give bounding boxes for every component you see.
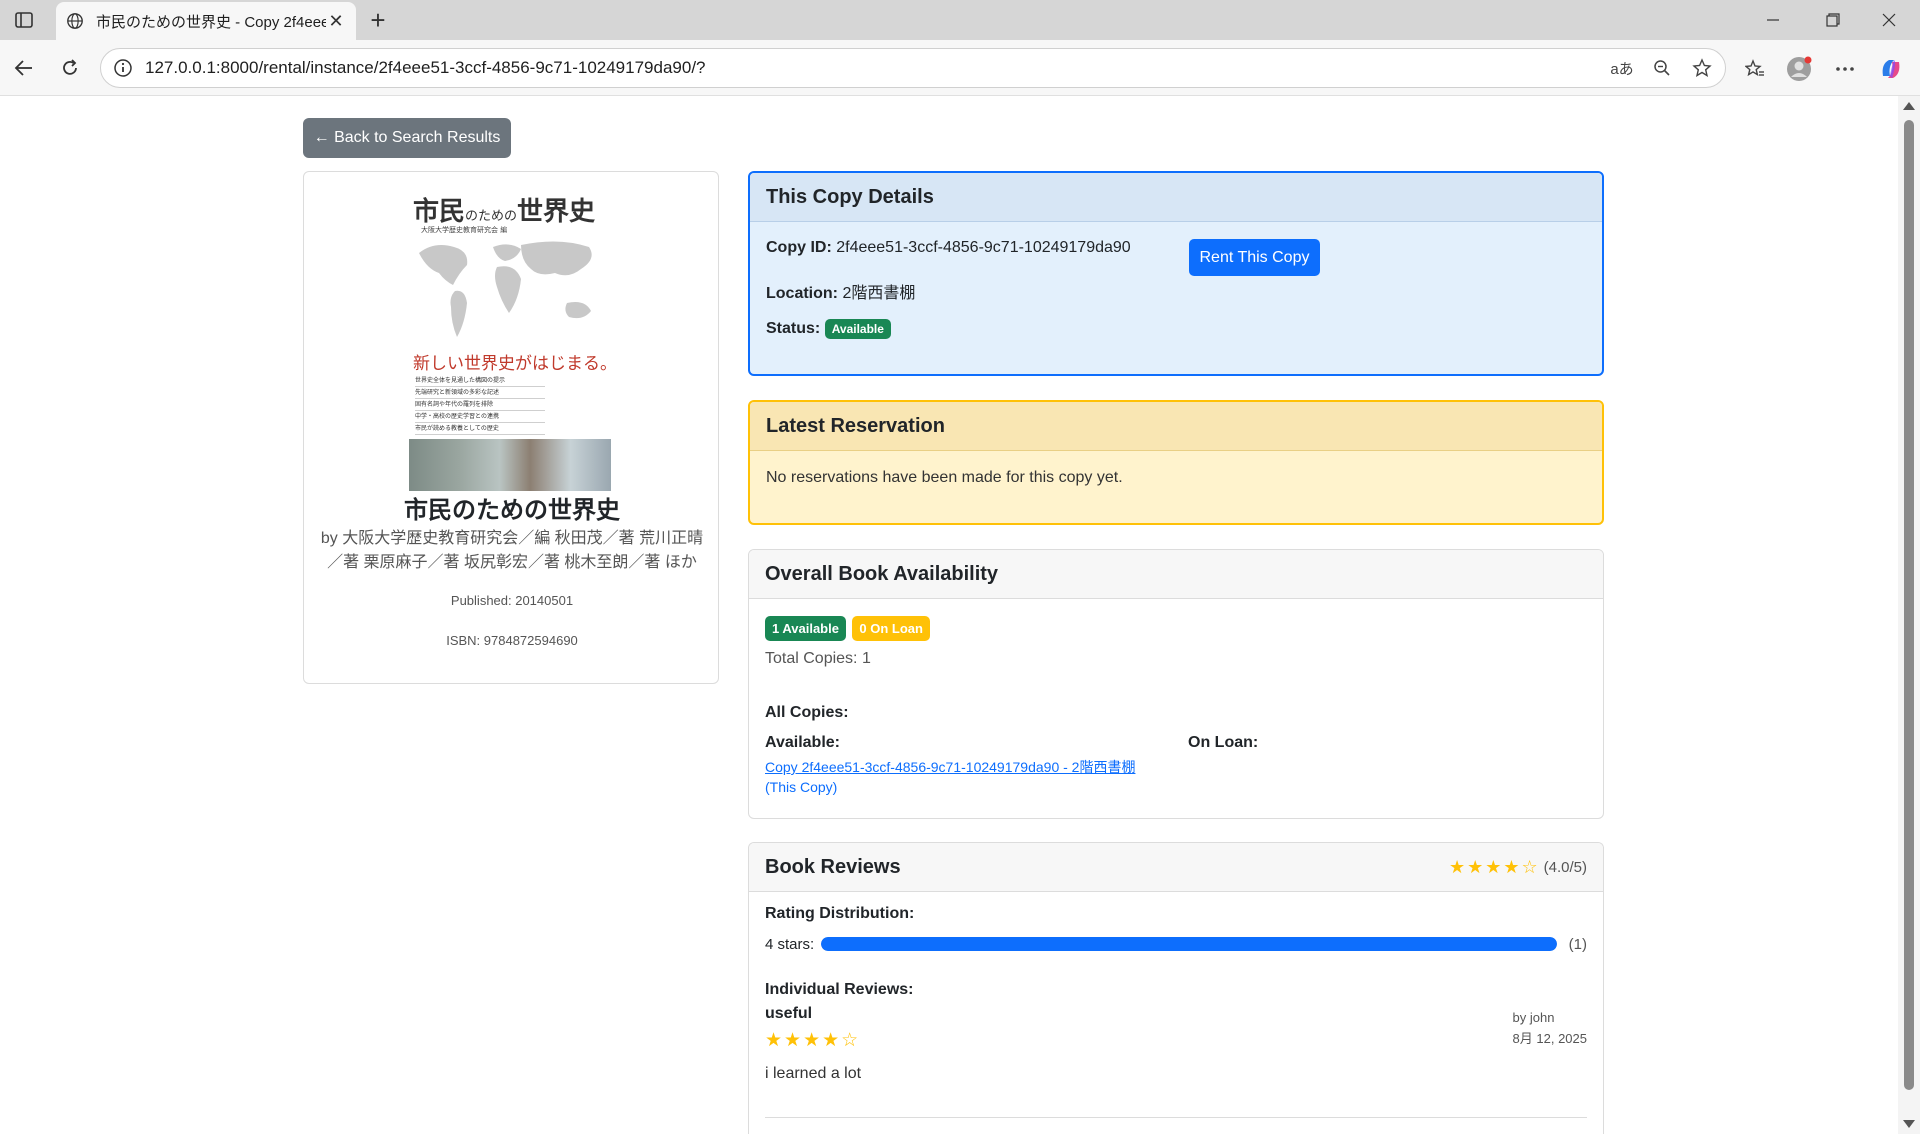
review-divider xyxy=(765,1117,1587,1118)
reservation-message: No reservations have been made for this … xyxy=(766,469,1123,486)
back-to-search-button[interactable]: ← Back to Search Results xyxy=(303,118,511,158)
copilot-icon[interactable] xyxy=(1874,52,1908,86)
average-rating-text: (4.0/5) xyxy=(1543,858,1587,876)
cover-photo-strip xyxy=(409,439,611,491)
scroll-up-arrow-icon[interactable] xyxy=(1903,102,1915,110)
review-text: i learned a lot xyxy=(765,1065,862,1082)
copy-details-card: This Copy Details Copy ID: 2f4eee51-3ccf… xyxy=(748,171,1604,376)
url-text[interactable]: 127.0.0.1:8000/rental/instance/2f4eee51-… xyxy=(145,58,1605,78)
distribution-bar xyxy=(821,937,1557,951)
reload-icon[interactable] xyxy=(54,52,86,84)
reviews-header: Book Reviews ★★★★☆ (4.0/5) xyxy=(749,843,1603,892)
page-scrollbar[interactable] xyxy=(1898,96,1920,1134)
availability-card: Overall Book Availability 1 Available 0 … xyxy=(748,549,1604,819)
copy-id-field: Copy ID: 2f4eee51-3ccf-4856-9c71-1024917… xyxy=(766,239,1131,256)
this-copy-note: (This Copy) xyxy=(765,779,838,795)
available-label: Available: xyxy=(765,734,840,751)
average-rating: ★★★★☆ (4.0/5) xyxy=(1449,857,1587,878)
reviews-title: Book Reviews xyxy=(765,855,901,878)
site-info-icon[interactable] xyxy=(113,58,133,78)
distribution-star-label: 4 stars: xyxy=(765,935,815,953)
distribution-count: (1) xyxy=(1568,935,1587,953)
book-authors: by 大阪大学歴史教育研究会／編 秋田茂／著 荒川正晴／著 栗原麻子／著 坂尻彰… xyxy=(320,530,704,571)
scroll-thumb[interactable] xyxy=(1904,120,1914,1090)
location-field: Location: 2階西書棚 xyxy=(766,285,916,302)
review-author: by john xyxy=(1512,1010,1555,1025)
tab-close-icon[interactable]: ✕ xyxy=(326,11,346,31)
cover-title: 市民のための世界史 xyxy=(413,197,596,227)
rent-this-copy-button[interactable]: Rent This Copy xyxy=(1189,239,1320,276)
status-badge: Available xyxy=(824,319,891,339)
address-bar[interactable]: 127.0.0.1:8000/rental/instance/2f4eee51-… xyxy=(100,48,1726,88)
browser-tabstrip: 市民のための世界史 - Copy 2f4eee ✕ + xyxy=(0,0,1920,40)
window-close-icon[interactable] xyxy=(1866,0,1912,40)
total-copies: Total Copies: 1 xyxy=(765,650,871,667)
book-title: 市民のための世界史 xyxy=(404,497,620,524)
profile-avatar-icon[interactable] xyxy=(1782,52,1816,86)
book-cover-image: 市民のための世界史 大阪大学歴史教育研究会 編 新しい世界史がはじまる。 世界史… xyxy=(409,189,617,491)
availability-badges: 1 Available 0 On Loan xyxy=(765,616,932,641)
available-count-badge: 1 Available xyxy=(765,616,846,641)
page-viewport: ← Back to Search Results 市民のための世界史 大阪大学歴… xyxy=(5,96,1898,1134)
favorite-star-icon[interactable] xyxy=(1685,51,1719,85)
on-loan-label: On Loan: xyxy=(1188,734,1259,751)
book-isbn: ISBN: 9784872594690 xyxy=(446,633,578,648)
rating-distribution-label: Rating Distribution: xyxy=(765,905,915,922)
available-copy-link[interactable]: Copy 2f4eee51-3ccf-4856-9c71-10249179da9… xyxy=(765,757,1135,777)
back-arrow-icon[interactable] xyxy=(8,52,40,84)
scroll-down-arrow-icon[interactable] xyxy=(1903,1120,1915,1128)
copy-details-header: This Copy Details xyxy=(750,173,1602,222)
new-tab-icon[interactable]: + xyxy=(364,6,392,34)
translate-icon[interactable]: aあ xyxy=(1605,51,1639,85)
reservation-header: Latest Reservation xyxy=(750,402,1602,451)
book-published: Published: 20140501 xyxy=(450,593,574,608)
average-stars-icon: ★★★★☆ xyxy=(1448,856,1540,877)
more-menu-icon[interactable] xyxy=(1828,52,1862,86)
world-map-graphic xyxy=(419,241,592,337)
zoom-icon[interactable] xyxy=(1645,51,1679,85)
restore-icon[interactable] xyxy=(1810,0,1856,40)
review-title: useful xyxy=(765,1005,813,1022)
availability-header: Overall Book Availability xyxy=(749,550,1603,599)
rating-distribution-row: 4 stars: (1) xyxy=(765,933,1587,955)
status-field: Status: Available xyxy=(766,319,891,339)
browser-toolbar: 127.0.0.1:8000/rental/instance/2f4eee51-… xyxy=(0,40,1920,96)
globe-icon xyxy=(67,13,83,29)
latest-reservation-card: Latest Reservation No reservations have … xyxy=(748,400,1604,525)
favorites-icon[interactable] xyxy=(1738,52,1772,86)
book-info-card: 市民のための世界史 大阪大学歴史教育研究会 編 新しい世界史がはじまる。 世界史… xyxy=(303,171,719,684)
minimize-icon[interactable] xyxy=(1750,0,1796,40)
review-date: 8月 12, 2025 xyxy=(1512,1031,1587,1046)
book-reviews-card: Book Reviews ★★★★☆ (4.0/5) Rating Distri… xyxy=(748,842,1604,1134)
distribution-bar-fill xyxy=(821,937,1557,951)
review-meta: by john 8月 12, 2025 xyxy=(1513,1007,1587,1049)
review-stars-icon: ★★★★☆ xyxy=(765,1030,861,1051)
tab-title: 市民のための世界史 - Copy 2f4eee xyxy=(96,13,326,31)
individual-reviews-label: Individual Reviews: xyxy=(765,981,914,998)
browser-tab[interactable]: 市民のための世界史 - Copy 2f4eee ✕ xyxy=(56,2,356,40)
sidebar-toggle-icon[interactable] xyxy=(10,8,38,32)
all-copies-label: All Copies: xyxy=(765,704,849,721)
on-loan-count-badge: 0 On Loan xyxy=(852,616,930,641)
